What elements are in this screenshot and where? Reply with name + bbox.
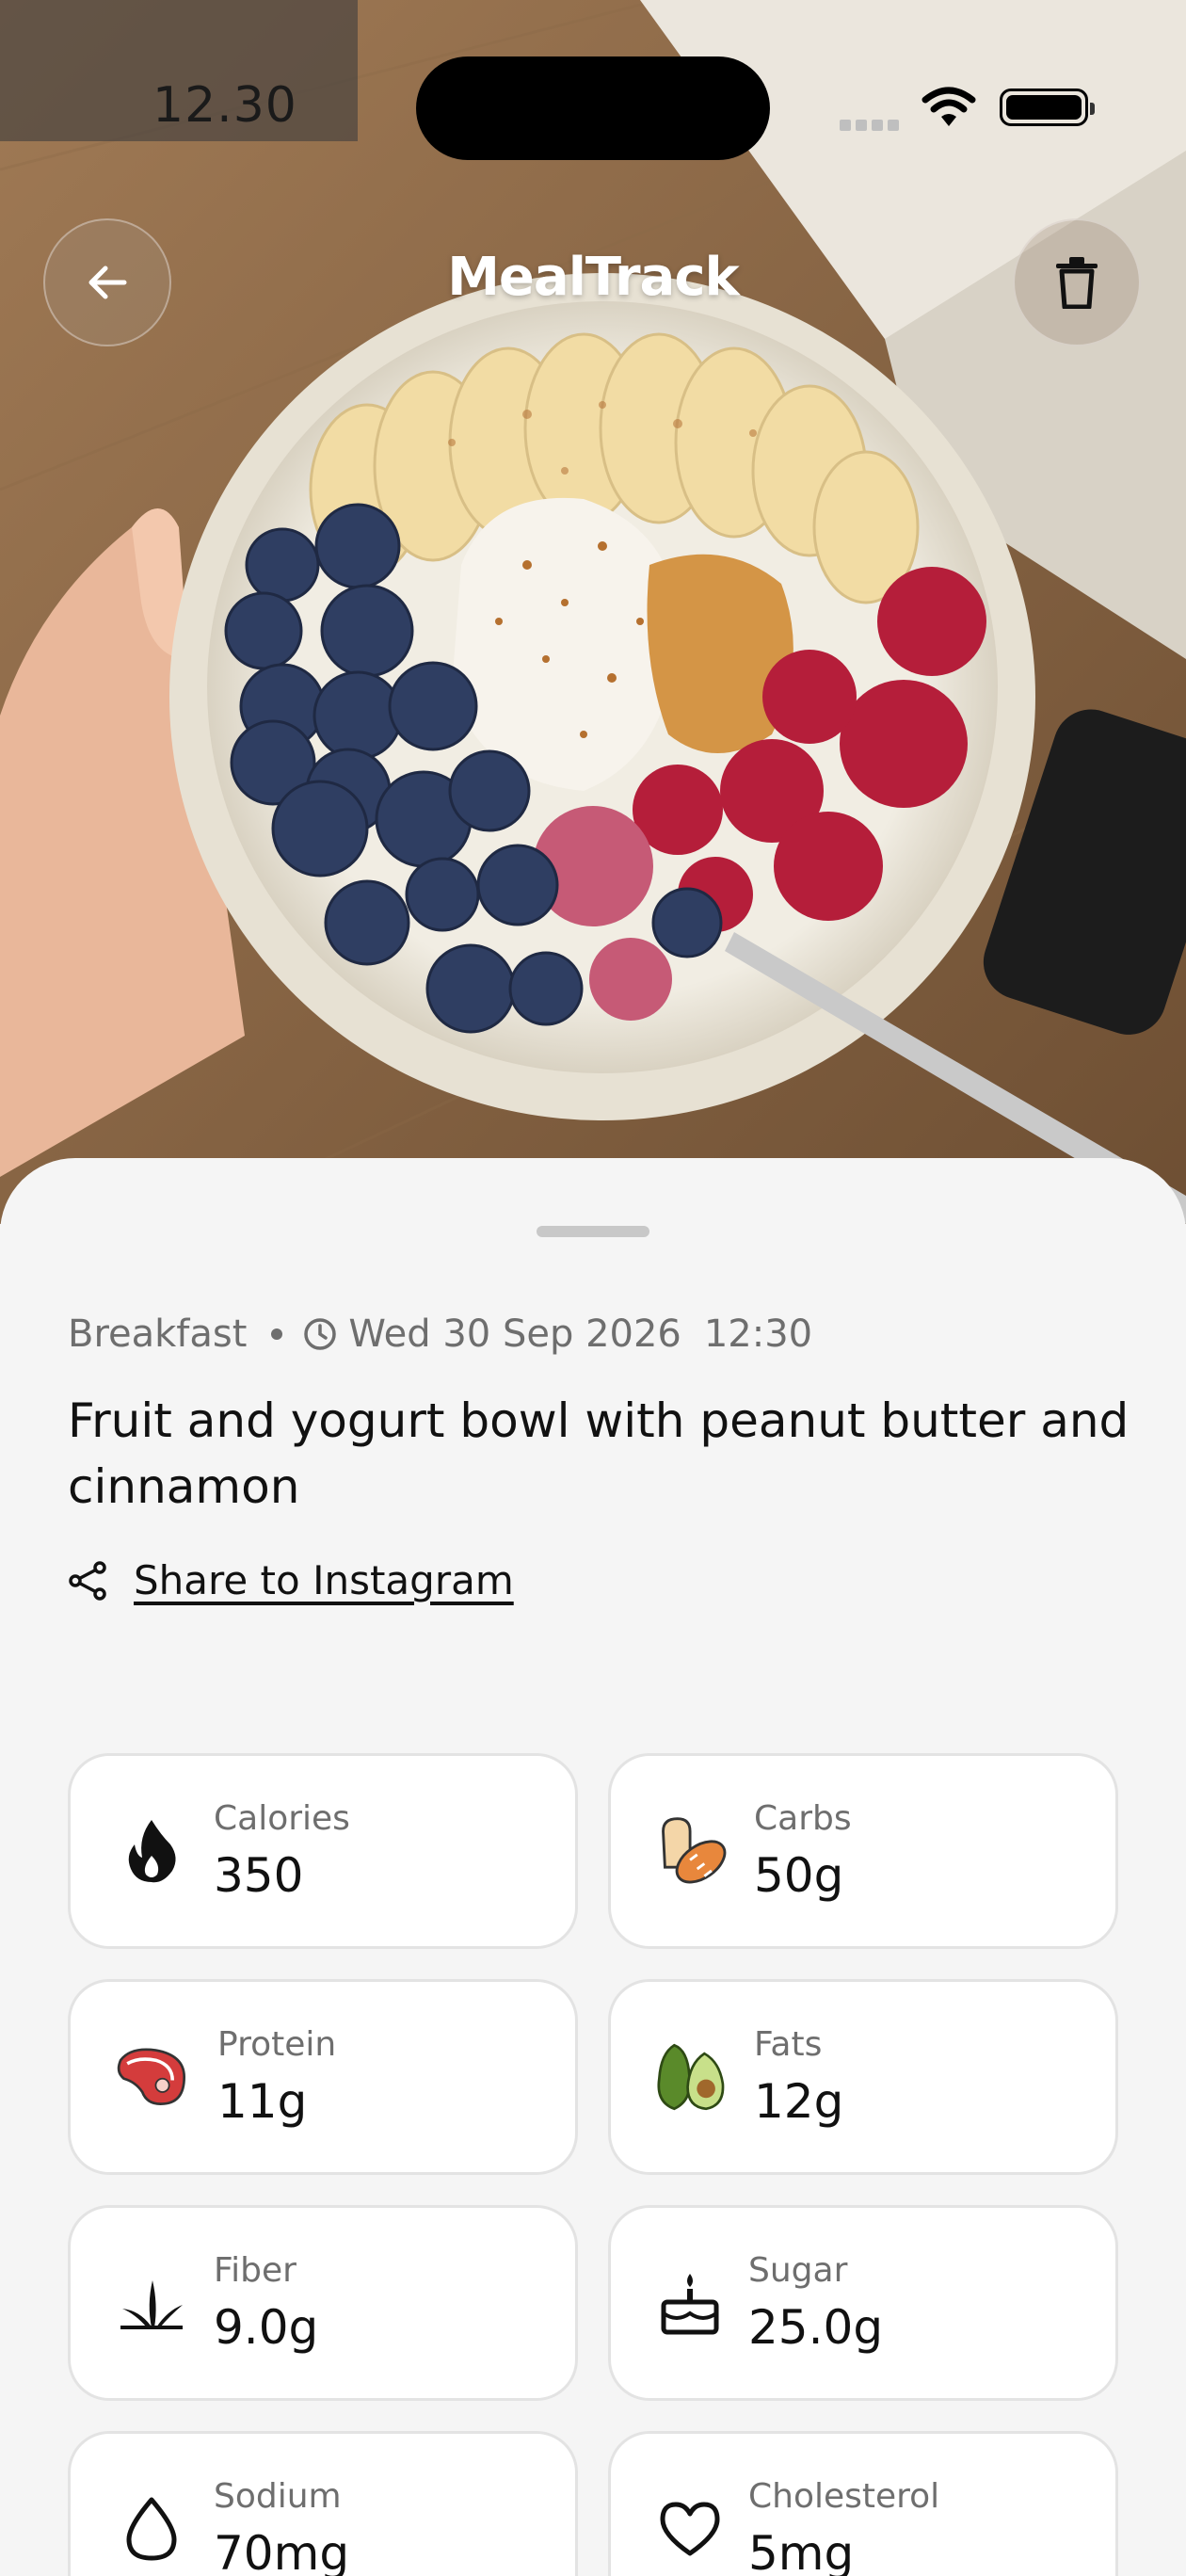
nutrition-card-calories: Calories 350 bbox=[68, 1753, 578, 1949]
nutrient-value: 9.0g bbox=[214, 2300, 319, 2355]
cellular-signal-icon bbox=[840, 117, 906, 131]
meal-type: Breakfast bbox=[68, 1312, 248, 1356]
meal-time: 12:30 bbox=[703, 1312, 813, 1356]
nutrient-value: 12g bbox=[754, 2074, 844, 2129]
nutrition-card-sugar: Sugar 25.0g bbox=[608, 2205, 1118, 2401]
cake-icon bbox=[652, 2265, 728, 2341]
drop-icon bbox=[114, 2491, 189, 2567]
meal-meta: Breakfast Wed 30 Sep 2026 12:30 bbox=[68, 1312, 812, 1356]
avocado-icon bbox=[654, 2039, 729, 2115]
delete-button[interactable] bbox=[1013, 218, 1141, 346]
nutrient-label: Sugar bbox=[748, 2251, 848, 2290]
share-to-instagram-link[interactable]: Share to Instagram bbox=[68, 1557, 514, 1603]
nutrient-label: Calories bbox=[214, 1799, 350, 1838]
separator-dot bbox=[271, 1328, 283, 1340]
nutrient-label: Fiber bbox=[214, 2251, 296, 2290]
share-icon bbox=[69, 1560, 106, 1601]
nutrient-label: Carbs bbox=[754, 1799, 852, 1838]
clock-icon bbox=[303, 1317, 337, 1351]
nutrition-card-carbs: Carbs 50g bbox=[608, 1753, 1118, 1949]
meal-title: Fruit and yogurt bowl with peanut butter… bbox=[68, 1393, 1130, 1514]
share-label: Share to Instagram bbox=[134, 1557, 514, 1603]
wifi-icon bbox=[921, 87, 977, 132]
nutrition-card-fiber: Fiber 9.0g bbox=[68, 2205, 578, 2401]
trash-icon bbox=[1056, 257, 1098, 309]
steak-icon bbox=[114, 2039, 189, 2115]
heart-icon bbox=[652, 2491, 728, 2567]
nutrition-card-fats: Fats 12g bbox=[608, 1979, 1118, 2175]
nutrition-card-sodium: Sodium 70mg bbox=[68, 2431, 578, 2576]
fire-icon bbox=[114, 1813, 189, 1889]
nutrient-value: 350 bbox=[214, 1848, 304, 1903]
app-title: MealTrack bbox=[447, 247, 740, 308]
nutrient-value: 11g bbox=[217, 2074, 308, 2129]
nutrition-card-cholesterol: Cholesterol 5mg bbox=[608, 2431, 1118, 2576]
grass-icon bbox=[114, 2265, 189, 2341]
sheet-drag-handle[interactable] bbox=[537, 1226, 649, 1237]
nutrient-label: Sodium bbox=[214, 2477, 342, 2516]
nutrient-label: Cholesterol bbox=[748, 2477, 940, 2516]
meal-date: Wed 30 Sep 2026 bbox=[348, 1312, 681, 1356]
nutrient-value: 25.0g bbox=[748, 2300, 884, 2355]
nutrient-label: Protein bbox=[217, 2025, 337, 2064]
nutrition-card-protein: Protein 11g bbox=[68, 1979, 578, 2175]
dynamic-island bbox=[416, 56, 770, 160]
nutrient-label: Fats bbox=[754, 2025, 823, 2064]
nutrient-value: 50g bbox=[754, 1848, 844, 1903]
nutrient-value: 5mg bbox=[748, 2526, 855, 2576]
status-time: 12.30 bbox=[152, 77, 297, 134]
meal-photo bbox=[0, 0, 1186, 1224]
bread-icon bbox=[654, 1813, 729, 1889]
battery-icon bbox=[1000, 89, 1095, 126]
nutrient-value: 70mg bbox=[214, 2526, 350, 2576]
